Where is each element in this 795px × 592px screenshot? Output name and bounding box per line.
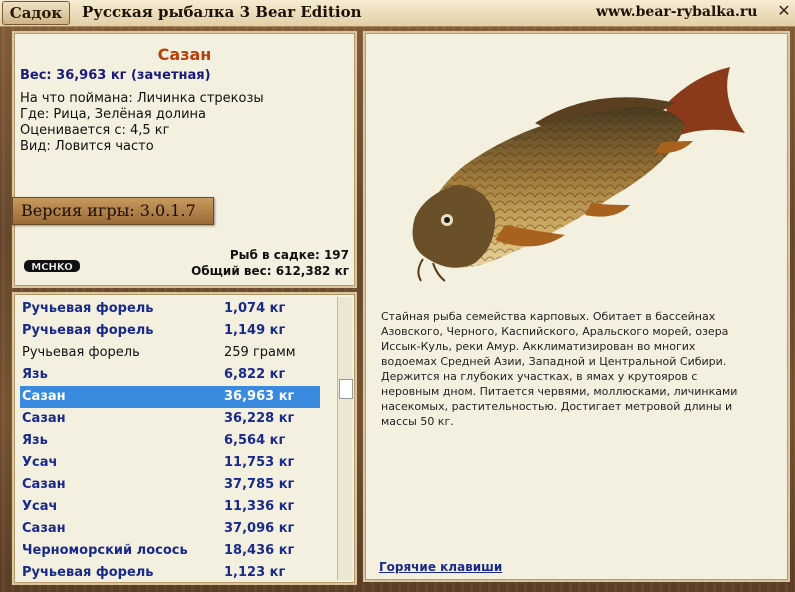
sadok-tab-button[interactable]: Садок xyxy=(2,1,70,25)
cage-stats: Рыб в садке: 197 Общий вес: 612,382 кг xyxy=(191,247,349,279)
catch-fish-name: Сазан xyxy=(22,411,66,426)
catch-list-row[interactable]: Сазан 36,228 кг xyxy=(20,408,320,430)
bait-line: На что поймана: Личинка стрекозы xyxy=(20,91,264,106)
fish-description-panel: Стайная рыба семейства карповых. Обитает… xyxy=(363,31,790,582)
catch-list-row[interactable]: Язь 6,564 кг xyxy=(20,430,320,452)
list-scrollbar[interactable] xyxy=(337,297,353,580)
catch-list-row[interactable]: Сазан 36,963 кг xyxy=(20,386,320,408)
catch-list-row[interactable]: Черноморский лосось 18,436 кг xyxy=(20,540,320,562)
app-title: Русская рыбалка 3 Bear Edition xyxy=(82,3,362,21)
catch-fish-name: Ручьевая форель xyxy=(22,323,154,338)
fish-description: Стайная рыба семейства карповых. Обитает… xyxy=(381,310,738,428)
hotkeys-link[interactable]: Горячие клавиши xyxy=(379,560,502,574)
fish-info-panel: Сазан Вес: 36,963 кг (зачетная) На что п… xyxy=(12,31,357,288)
catch-list-panel: Ручьевая форель 1,074 кг Ручьевая форель 1,… xyxy=(12,292,357,585)
catch-list-row[interactable]: Ручьевая форель 1,149 кг xyxy=(20,320,320,342)
svg-text:MCHKO: MCHKO xyxy=(31,262,72,273)
catch-fish-weight: 37,096 кг xyxy=(224,521,295,536)
scrollbar-thumb[interactable] xyxy=(339,379,353,399)
catch-fish-weight: 36,228 кг xyxy=(224,411,295,426)
catch-fish-name: Черноморский лосось xyxy=(22,543,188,558)
title-bar: Садок Русская рыбалка 3 Bear Edition www… xyxy=(0,0,795,27)
developer-logo: MCHKO xyxy=(24,260,80,273)
catch-list-row[interactable]: Ручьевая форель 259 грамм xyxy=(20,342,320,364)
catch-fish-weight: 37,785 кг xyxy=(224,477,295,492)
fish-count: Рыб в садке: 197 xyxy=(229,248,349,262)
catch-list-row[interactable]: Язь 6,822 кг xyxy=(20,364,320,386)
catch-list-row[interactable]: Ручьевая форель 1,123 кг xyxy=(20,562,320,583)
catch-fish-name: Сазан xyxy=(22,477,66,492)
catch-fish-weight: 1,123 кг xyxy=(224,565,286,580)
catch-fish-weight: 11,336 кг xyxy=(224,499,295,514)
catch-fish-name: Ручьевая форель xyxy=(22,345,140,360)
catch-list-row[interactable]: Сазан 37,096 кг xyxy=(20,518,320,540)
catch-fish-weight: 1,074 кг xyxy=(224,301,286,316)
catch-list-row[interactable]: Сазан 37,785 кг xyxy=(20,474,320,496)
catch-fish-weight: 6,564 кг xyxy=(224,433,286,448)
catch-fish-weight: 36,963 кг xyxy=(224,389,295,404)
catch-fish-name: Ручьевая форель xyxy=(22,301,154,316)
catch-list-row[interactable]: Усач 11,753 кг xyxy=(20,452,320,474)
catch-fish-name: Язь xyxy=(22,367,48,382)
catch-fish-name: Усач xyxy=(22,455,58,470)
total-weight: Общий вес: 612,382 кг xyxy=(191,264,349,278)
carp-image xyxy=(412,67,745,282)
game-version: Версия игры: 3.0.1.7 xyxy=(12,197,214,225)
catch-fish-weight: 1,149 кг xyxy=(224,323,286,338)
catch-fish-name: Усач xyxy=(22,499,58,514)
site-link[interactable]: www.bear-rybalka.ru xyxy=(596,4,757,20)
catch-fish-weight: 6,822 кг xyxy=(224,367,286,382)
catch-fish-name: Сазан xyxy=(22,389,66,404)
catch-fish-weight: 259 грамм xyxy=(224,345,296,360)
catch-list-row[interactable]: Ручьевая форель 1,074 кг xyxy=(20,298,320,320)
value-line: Оценивается с: 4,5 кг xyxy=(20,123,170,138)
catch-fish-weight: 11,753 кг xyxy=(224,455,295,470)
catch-fish-name: Ручьевая форель xyxy=(22,565,154,580)
close-icon[interactable]: ✕ xyxy=(776,2,792,20)
where-line: Где: Рица, Зелёная долина xyxy=(20,107,207,122)
fish-name: Сазан xyxy=(157,45,212,64)
type-line: Вид: Ловится часто xyxy=(20,139,154,154)
catch-fish-name: Сазан xyxy=(22,521,66,536)
catch-list-row[interactable]: Усач 11,336 кг xyxy=(20,496,320,518)
catch-fish-weight: 18,436 кг xyxy=(224,543,295,558)
fish-weight: Вес: 36,963 кг (зачетная) xyxy=(20,68,211,83)
catch-fish-name: Язь xyxy=(22,433,48,448)
